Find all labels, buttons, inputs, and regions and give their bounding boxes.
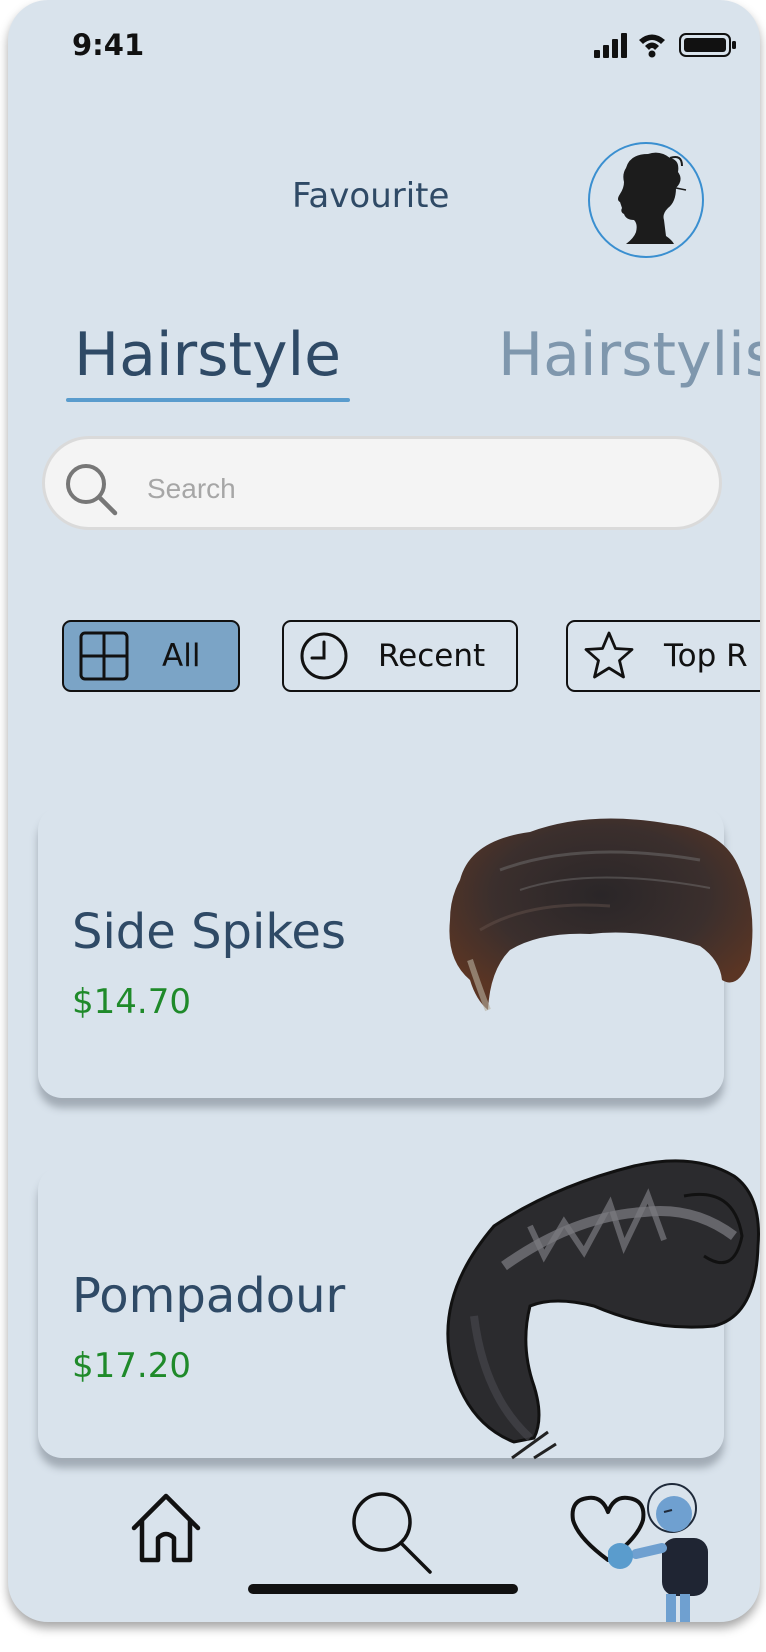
filter-all-button[interactable]: All bbox=[62, 620, 240, 692]
signal-icon bbox=[594, 33, 627, 58]
grid-icon bbox=[79, 631, 129, 681]
search-icon bbox=[66, 464, 118, 516]
status-icons bbox=[594, 33, 736, 58]
item-price: $14.70 bbox=[72, 982, 191, 1022]
home-indicator bbox=[248, 1584, 518, 1594]
filter-top-rated-button[interactable]: Top R bbox=[566, 620, 760, 692]
character-illustration bbox=[608, 1483, 708, 1622]
filter-all-label: All bbox=[162, 638, 201, 674]
filter-recent-label: Recent bbox=[378, 638, 486, 674]
search-placeholder: Search bbox=[147, 473, 236, 504]
profile-silhouette-icon bbox=[618, 152, 687, 244]
phone-screen: 9:41 Favourite Hairstyle Hairstylis Sear… bbox=[8, 0, 760, 1622]
filter-top-rated-label: Top R bbox=[664, 638, 748, 674]
search-icon[interactable] bbox=[348, 1490, 434, 1576]
battery-icon bbox=[679, 33, 736, 57]
clock-icon bbox=[300, 632, 348, 680]
status-time: 9:41 bbox=[72, 28, 145, 62]
pompadour-hair-image bbox=[446, 1159, 760, 1460]
item-name: Side Spikes bbox=[72, 904, 346, 960]
avatar[interactable] bbox=[588, 142, 704, 258]
search-input[interactable]: Search bbox=[42, 436, 722, 530]
side-spikes-hair-image bbox=[449, 818, 753, 1012]
wifi-icon bbox=[639, 34, 665, 58]
item-name: Pompadour bbox=[72, 1268, 346, 1324]
active-tab-indicator bbox=[66, 398, 350, 402]
home-icon[interactable] bbox=[128, 1490, 204, 1566]
filter-recent-button[interactable]: Recent bbox=[282, 620, 518, 692]
page-title: Favourite bbox=[292, 176, 450, 216]
tab-hairstyle[interactable]: Hairstyle bbox=[74, 320, 341, 390]
tab-hairstylist[interactable]: Hairstylis bbox=[498, 320, 760, 390]
item-price: $17.20 bbox=[72, 1346, 191, 1386]
star-icon bbox=[584, 631, 634, 679]
